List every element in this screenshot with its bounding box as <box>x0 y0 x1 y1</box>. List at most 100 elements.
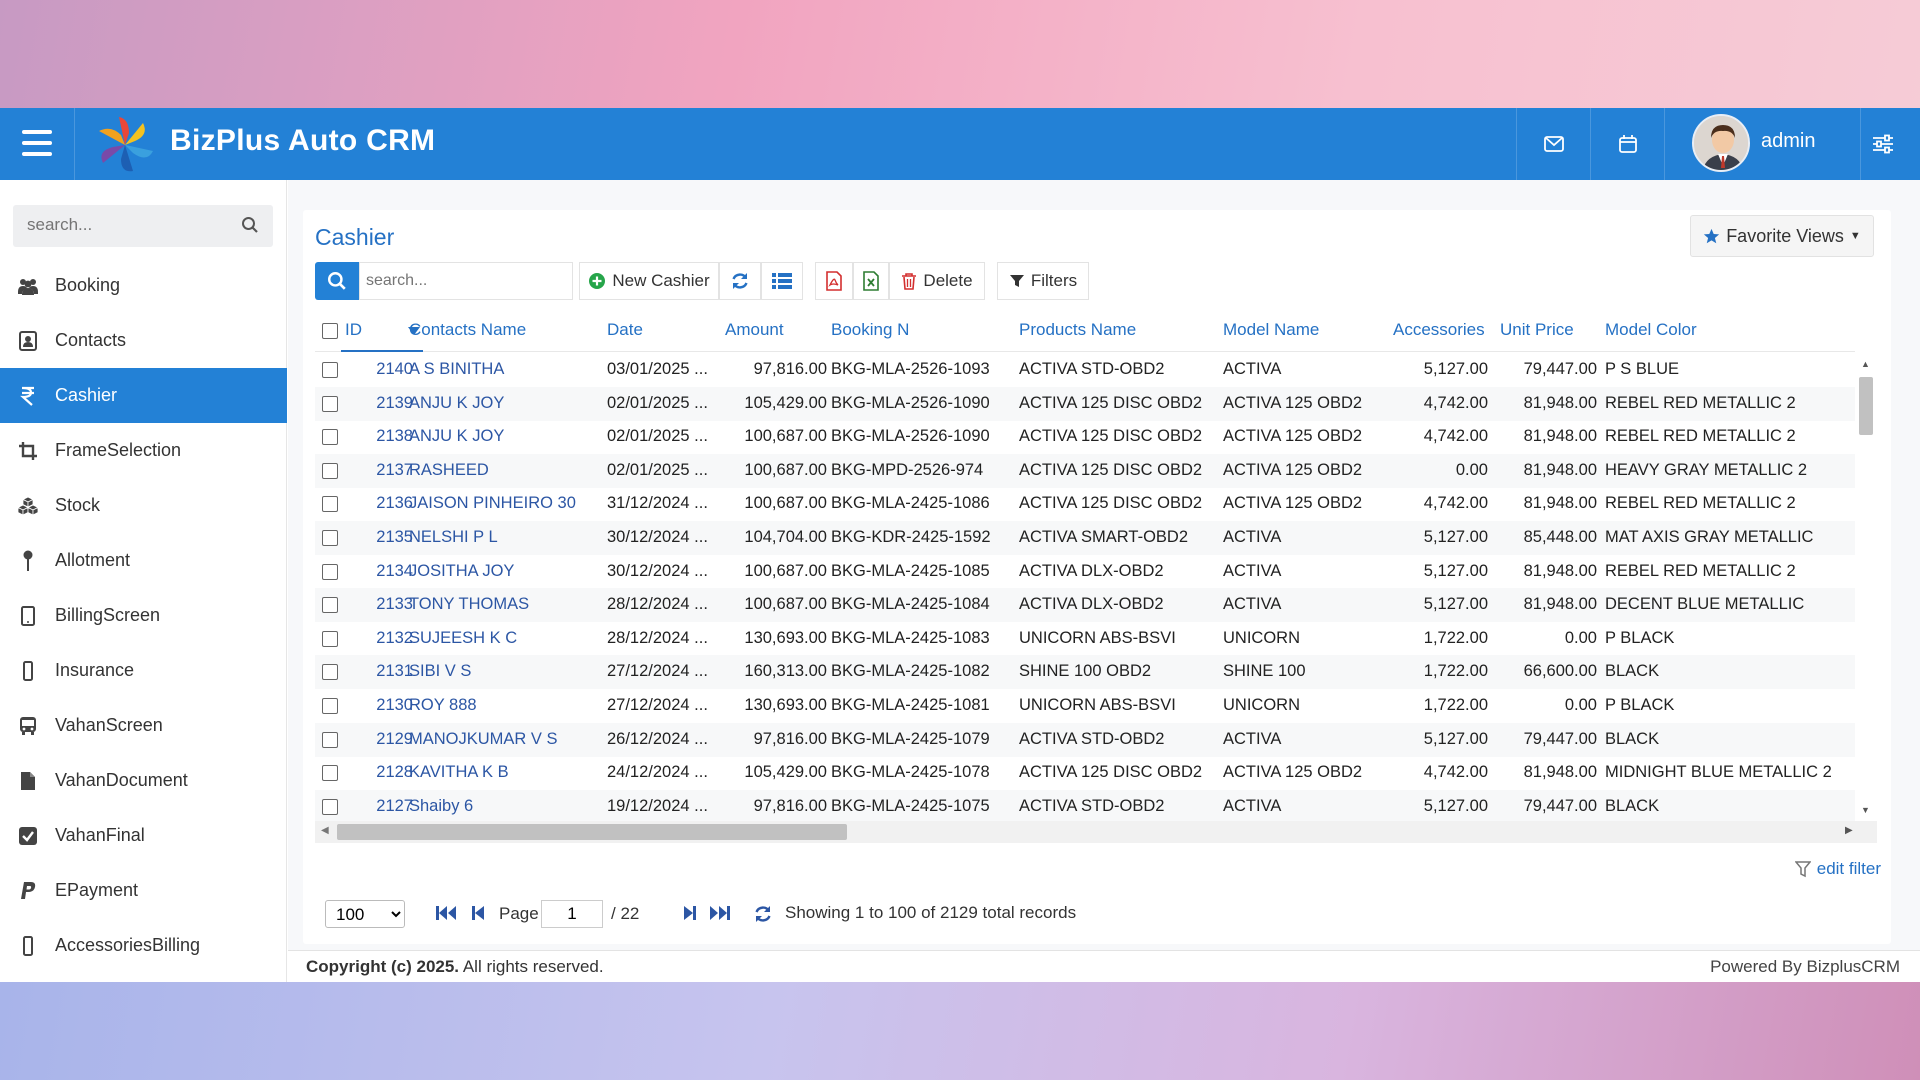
column-header-unit-price[interactable]: Unit Price <box>1500 320 1574 340</box>
cell-contacts-name[interactable]: ROY 888 <box>409 696 477 715</box>
cell-id[interactable]: 2137 <box>315 461 413 480</box>
favorite-views-button[interactable]: Favorite Views ▼ <box>1690 215 1874 257</box>
vertical-scroll-thumb[interactable] <box>1859 377 1873 435</box>
mail-icon[interactable] <box>1536 126 1572 162</box>
column-header-id[interactable]: ID <box>345 320 362 340</box>
sidebar-item-stock[interactable]: Stock <box>0 478 287 533</box>
scroll-up-icon[interactable]: ▲ <box>1861 359 1870 369</box>
cell-contacts-name[interactable]: ANJU K JOY <box>409 427 504 446</box>
scroll-down-icon[interactable]: ▼ <box>1861 805 1870 815</box>
column-header-products-name[interactable]: Products Name <box>1019 320 1136 340</box>
cell-id[interactable]: 2133 <box>315 595 413 614</box>
cell-id[interactable]: 2132 <box>315 629 413 648</box>
scroll-right-icon[interactable]: ▶ <box>1845 825 1853 836</box>
horizontal-scroll-thumb[interactable] <box>337 824 847 840</box>
cell-id[interactable]: 2129 <box>315 730 413 749</box>
scroll-left-icon[interactable]: ◀ <box>321 825 329 836</box>
search-icon[interactable] <box>241 216 259 239</box>
column-header-date[interactable]: Date <box>607 320 643 340</box>
table-row[interactable]: 2133 TONY THOMAS 28/12/2024 ... 100,687.00 B… <box>315 588 1855 623</box>
sidebar-item-accessoriesbilling[interactable]: AccessoriesBilling <box>0 918 287 973</box>
first-page-icon[interactable] <box>435 904 457 927</box>
calendar-icon[interactable] <box>1610 126 1646 162</box>
table-row[interactable]: 2140 A S BINITHA 03/01/2025 ... 97,816.00 BK… <box>315 353 1855 387</box>
menu-toggle-icon[interactable] <box>22 130 52 156</box>
settings-sliders-icon[interactable] <box>1865 126 1901 162</box>
horizontal-scrollbar[interactable]: ◀ ▶ <box>315 821 1877 843</box>
cell-id[interactable]: 2140 <box>315 360 413 379</box>
sidebar-item-frameselection[interactable]: FrameSelection <box>0 423 287 478</box>
export-pdf-button[interactable] <box>815 262 853 300</box>
column-header-model-name[interactable]: Model Name <box>1223 320 1319 340</box>
sidebar-item-billingscreen[interactable]: BillingScreen <box>0 588 287 643</box>
table-row[interactable]: 2139 ANJU K JOY 02/01/2025 ... 105,429.00 BK… <box>315 386 1855 421</box>
cell-id[interactable]: 2127 <box>315 797 413 816</box>
table-row[interactable]: 2130 ROY 888 27/12/2024 ... 130,693.00 BKG-M… <box>315 689 1855 723</box>
page-size-select[interactable]: 100 <box>325 900 405 928</box>
cell-contacts-name[interactable]: JAISON PINHEIRO 30 <box>409 494 576 513</box>
sidebar-item-vahandocument[interactable]: VahanDocument <box>0 753 287 808</box>
cell-id[interactable]: 2136 <box>315 494 413 513</box>
cell-contacts-name[interactable]: MANOJKUMAR V S <box>409 730 558 749</box>
grid-search-input[interactable] <box>366 272 566 290</box>
sidebar-item-cashier[interactable]: Cashier <box>0 368 287 423</box>
cell-contacts-name[interactable]: A S BINITHA <box>409 360 504 379</box>
list-view-button[interactable] <box>761 262 803 300</box>
column-header-model-color[interactable]: Model Color <box>1605 320 1697 340</box>
cell-id[interactable]: 2134 <box>315 562 413 581</box>
sidebar-item-vahanscreen[interactable]: VahanScreen <box>0 698 287 753</box>
vertical-scrollbar[interactable]: ▲ ▼ <box>1856 353 1876 821</box>
column-header-booking[interactable]: Booking N <box>831 320 909 340</box>
table-row[interactable]: 2129 MANOJKUMAR V S 26/12/2024 ... 97,816.0… <box>315 722 1855 757</box>
cell-contacts-name[interactable]: RASHEED <box>409 461 489 480</box>
last-page-icon[interactable] <box>709 904 731 927</box>
table-row[interactable]: 2131 SIBI V S 27/12/2024 ... 160,313.00 BKG-… <box>315 655 1855 690</box>
sidebar-item-insurance[interactable]: Insurance <box>0 643 287 698</box>
cell-id[interactable]: 2130 <box>315 696 413 715</box>
cell-contacts-name[interactable]: Shaiby 6 <box>409 797 473 816</box>
cell-id[interactable]: 2139 <box>315 394 413 413</box>
table-row[interactable]: 2127 Shaiby 6 19/12/2024 ... 97,816.00 BKG-M… <box>315 789 1855 821</box>
sidebar-item-vahanfinal[interactable]: VahanFinal <box>0 808 287 863</box>
sidebar-item-epayment[interactable]: EPayment <box>0 863 287 918</box>
table-row[interactable]: 2128 KAVITHA K B 24/12/2024 ... 105,429.00 B… <box>315 756 1855 790</box>
sidebar-item-contacts[interactable]: Contacts <box>0 313 287 368</box>
page-number-input[interactable] <box>541 900 603 928</box>
search-button[interactable] <box>315 262 359 300</box>
cell-contacts-name[interactable]: SUJEESH K C <box>409 629 517 648</box>
cell-contacts-name[interactable]: NELSHI P L <box>409 528 498 547</box>
sidebar-search-input[interactable] <box>27 215 227 235</box>
cell-id[interactable]: 2138 <box>315 427 413 446</box>
table-row[interactable]: 2138 ANJU K JOY 02/01/2025 ... 100,687.00 BK… <box>315 420 1855 454</box>
column-header-contacts-name[interactable]: Contacts Name <box>409 320 526 340</box>
table-row[interactable]: 2137 RASHEED 02/01/2025 ... 100,687.00 BKG-M… <box>315 453 1855 488</box>
select-all-checkbox[interactable] <box>322 323 338 339</box>
edit-filter-link[interactable]: edit filter <box>1794 859 1881 879</box>
prev-page-icon[interactable] <box>471 904 485 927</box>
table-row[interactable]: 2136 JAISON PINHEIRO 30 31/12/2024 ... 100,… <box>315 487 1855 521</box>
avatar[interactable] <box>1692 114 1750 172</box>
cell-id[interactable]: 2128 <box>315 763 413 782</box>
sidebar-item-booking[interactable]: Booking <box>0 258 287 313</box>
column-header-amount[interactable]: Amount <box>725 320 784 340</box>
sidebar-item-allotment[interactable]: Allotment <box>0 533 287 588</box>
refresh-button[interactable] <box>719 262 761 300</box>
cell-contacts-name[interactable]: SIBI V S <box>409 662 471 681</box>
filters-button[interactable]: Filters <box>997 262 1089 300</box>
cell-contacts-name[interactable]: ANJU K JOY <box>409 394 504 413</box>
table-row[interactable]: 2135 NELSHI P L 30/12/2024 ... 104,704.00 BK… <box>315 521 1855 555</box>
delete-button[interactable]: Delete <box>889 262 985 300</box>
cell-id[interactable]: 2131 <box>315 662 413 681</box>
cell-contacts-name[interactable]: KAVITHA K B <box>409 763 509 782</box>
table-row[interactable]: 2132 SUJEESH K C 28/12/2024 ... 130,693.00 B… <box>315 622 1855 656</box>
new-cashier-button[interactable]: New Cashier <box>579 262 719 300</box>
column-header-accessories[interactable]: Accessories <box>1393 320 1485 340</box>
cell-contacts-name[interactable]: TONY THOMAS <box>409 595 529 614</box>
export-excel-button[interactable] <box>853 262 889 300</box>
cell-id[interactable]: 2135 <box>315 528 413 547</box>
user-name[interactable]: admin <box>1761 130 1815 153</box>
cell-contacts-name[interactable]: JOSITHA JOY <box>409 562 514 581</box>
refresh-icon[interactable] <box>753 904 773 929</box>
next-page-icon[interactable] <box>683 904 697 927</box>
table-row[interactable]: 2134 JOSITHA JOY 30/12/2024 ... 100,687.00 B… <box>315 555 1855 589</box>
